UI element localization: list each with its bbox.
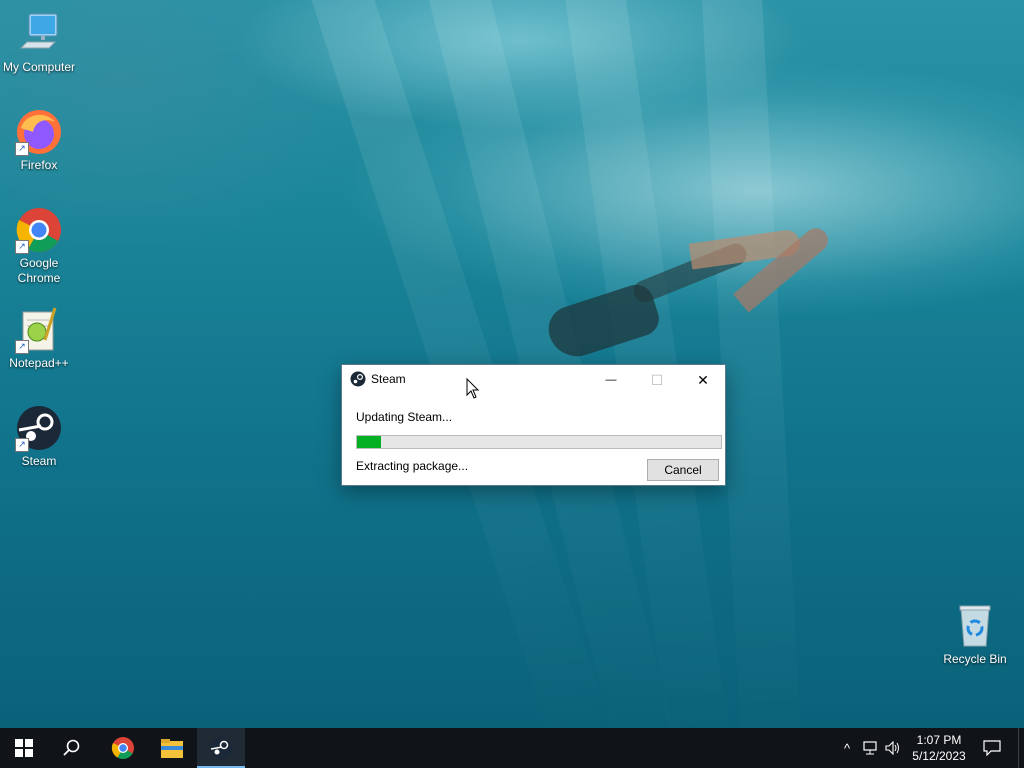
search-icon xyxy=(63,739,80,756)
desktop-icon-label: Firefox xyxy=(20,158,58,172)
start-icon xyxy=(15,739,33,757)
desktop-icon-recycle-bin[interactable]: Recycle Bin xyxy=(937,602,1013,667)
update-status-text: Updating Steam... xyxy=(356,410,453,424)
computer-icon xyxy=(15,10,63,58)
minimize-button[interactable]: — xyxy=(588,365,634,395)
shortcut-arrow-icon: ↗ xyxy=(15,240,29,254)
taskbar: ^ 1:07 PM 5/12/2023 xyxy=(0,728,1024,768)
chrome-icon: ↗ xyxy=(15,206,63,254)
volume-icon[interactable] xyxy=(884,739,902,757)
taskbar-steam-button[interactable] xyxy=(197,728,245,768)
desktop-icon-label: Steam xyxy=(21,454,57,468)
taskbar-file-explorer-button[interactable] xyxy=(148,728,196,768)
taskbar-chrome-button[interactable] xyxy=(99,728,147,768)
desktop-icon-my-computer[interactable]: My Computer xyxy=(1,10,77,75)
close-button[interactable]: ✕ xyxy=(680,365,726,395)
dialog-title: Steam xyxy=(371,372,406,386)
mouse-cursor-icon xyxy=(466,378,480,399)
update-substatus-text: Extracting package... xyxy=(356,459,469,473)
desktop-icon-steam[interactable]: ↗ Steam xyxy=(1,404,77,469)
cancel-button[interactable]: Cancel xyxy=(647,459,719,481)
chrome-icon xyxy=(111,737,134,759)
notepad-plus-plus-icon: ↗ xyxy=(15,306,63,354)
maximize-button: ☐ xyxy=(634,365,680,395)
progress-fill xyxy=(357,436,381,448)
steam-icon xyxy=(210,737,232,759)
dialog-titlebar[interactable]: Steam — ☐ ✕ xyxy=(342,365,725,395)
shortcut-arrow-icon: ↗ xyxy=(15,340,29,354)
notification-icon xyxy=(983,740,1001,756)
shortcut-arrow-icon: ↗ xyxy=(15,142,29,156)
desktop-icon-label: Google Chrome xyxy=(17,256,61,285)
update-progress-bar xyxy=(356,435,722,449)
desktop-icon-google-chrome[interactable]: ↗ Google Chrome xyxy=(1,206,77,286)
shortcut-arrow-icon: ↗ xyxy=(15,438,29,452)
desktop-icon-firefox[interactable]: ↗ Firefox xyxy=(1,108,77,173)
search-button[interactable] xyxy=(48,728,96,768)
clock-time: 1:07 PM xyxy=(916,733,962,747)
clock-date: 5/12/2023 xyxy=(912,749,966,763)
desktop-icon-label: Notepad++ xyxy=(9,356,69,370)
show-desktop-button[interactable] xyxy=(1018,728,1024,768)
start-button[interactable] xyxy=(0,728,48,768)
recycle-bin-icon xyxy=(951,602,999,650)
close-icon: ✕ xyxy=(697,371,709,388)
file-explorer-icon xyxy=(161,739,183,758)
steam-icon: ↗ xyxy=(15,404,63,452)
show-hidden-icons-chevron-icon[interactable]: ^ xyxy=(838,739,856,757)
action-center-button[interactable] xyxy=(980,728,1004,768)
steam-icon xyxy=(350,371,366,387)
network-icon[interactable] xyxy=(862,739,880,757)
maximize-icon: ☐ xyxy=(650,371,664,388)
firefox-icon: ↗ xyxy=(15,108,63,156)
desktop-icon-notepad-plus-plus[interactable]: ↗ Notepad++ xyxy=(1,306,77,371)
desktop-icon-label: Recycle Bin xyxy=(943,652,1007,666)
minimize-icon: — xyxy=(605,374,617,386)
desktop-icon-label: My Computer xyxy=(2,60,76,74)
taskbar-clock[interactable]: 1:07 PM 5/12/2023 xyxy=(906,732,972,764)
steam-update-dialog: Steam — ☐ ✕ Updating Steam... Extracting… xyxy=(341,364,726,486)
